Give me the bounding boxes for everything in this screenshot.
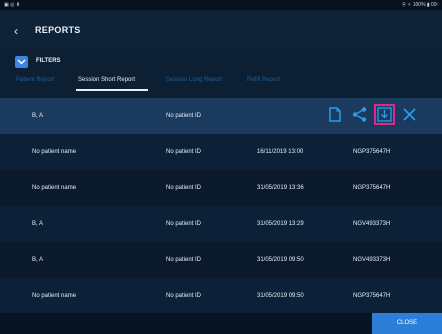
patient-name: No patient name bbox=[32, 149, 77, 155]
device-serial: NGV493373H bbox=[353, 221, 391, 227]
tab-refill-report[interactable]: Refill Report bbox=[247, 77, 280, 83]
status-icons-right: ⚲ ✧ 100% ▮ 09: bbox=[402, 2, 438, 8]
report-tabs: Patient Report Session Short Report Sess… bbox=[0, 73, 442, 93]
chevron-down-icon bbox=[17, 59, 26, 65]
close-icon[interactable] bbox=[401, 106, 418, 123]
patient-name: No patient name bbox=[32, 185, 77, 191]
report-table: B, A No patient ID No patient name No pa… bbox=[0, 98, 442, 314]
device-serial: NGP375647H bbox=[353, 293, 391, 299]
status-icons-left: ▣ ◎ ⬆ bbox=[4, 2, 21, 8]
page-title: REPORTS bbox=[35, 25, 81, 35]
session-date: 16/11/2019 13:00 bbox=[257, 149, 304, 155]
close-button[interactable]: CLOSE bbox=[372, 313, 442, 334]
session-date: 31/05/2019 09:50 bbox=[257, 257, 304, 263]
patient-name: B, A bbox=[32, 113, 44, 119]
patient-id: No patient ID bbox=[166, 221, 202, 227]
filters-toggle-button[interactable] bbox=[15, 56, 28, 68]
session-date: 31/05/2019 13:29 bbox=[257, 221, 304, 227]
session-date: 31/05/2019 09:50 bbox=[257, 293, 304, 299]
tab-patient-report[interactable]: Patient Report bbox=[16, 77, 54, 83]
device-serial: NGP375647H bbox=[353, 149, 391, 155]
table-row[interactable]: B, A No patient ID 31/05/2019 13:29 NGV4… bbox=[0, 206, 442, 242]
tab-session-long-report[interactable]: Session Long Report bbox=[166, 77, 222, 83]
download-icon[interactable] bbox=[374, 104, 395, 125]
chevron-left-icon[interactable]: ‹ bbox=[14, 24, 18, 38]
patient-id: No patient ID bbox=[166, 149, 202, 155]
table-row[interactable]: No patient name No patient ID 16/11/2019… bbox=[0, 134, 442, 170]
patient-name: B, A bbox=[32, 221, 44, 227]
patient-id: No patient ID bbox=[166, 113, 202, 119]
patient-id: No patient ID bbox=[166, 185, 202, 191]
status-bar: ▣ ◎ ⬆ ⚲ ✧ 100% ▮ 09: bbox=[0, 0, 442, 10]
table-row[interactable]: B, A No patient ID 31/05/2019 09:50 NGV4… bbox=[0, 242, 442, 278]
patient-name: No patient name bbox=[32, 293, 77, 299]
tab-session-short-report[interactable]: Session Short Report bbox=[78, 77, 135, 83]
patient-name: B, A bbox=[32, 257, 44, 263]
active-tab-indicator bbox=[76, 89, 148, 91]
app-header: ‹ REPORTS bbox=[0, 10, 442, 48]
patient-id: No patient ID bbox=[166, 293, 202, 299]
device-serial: NGV493373H bbox=[353, 257, 391, 263]
table-row[interactable]: No patient name No patient ID 31/05/2019… bbox=[0, 170, 442, 206]
patient-id: No patient ID bbox=[166, 257, 202, 263]
document-icon[interactable] bbox=[326, 106, 343, 123]
device-serial: NGP375647H bbox=[353, 185, 391, 191]
filter-bar: FILTERS Patient Report Session Short Rep… bbox=[0, 48, 442, 98]
table-row[interactable]: B, A No patient ID bbox=[0, 98, 442, 134]
table-row[interactable]: No patient name No patient ID 31/05/2019… bbox=[0, 278, 442, 314]
session-date: 31/05/2019 13:36 bbox=[257, 185, 304, 191]
filters-label: FILTERS bbox=[36, 58, 61, 64]
share-icon[interactable] bbox=[351, 106, 368, 123]
